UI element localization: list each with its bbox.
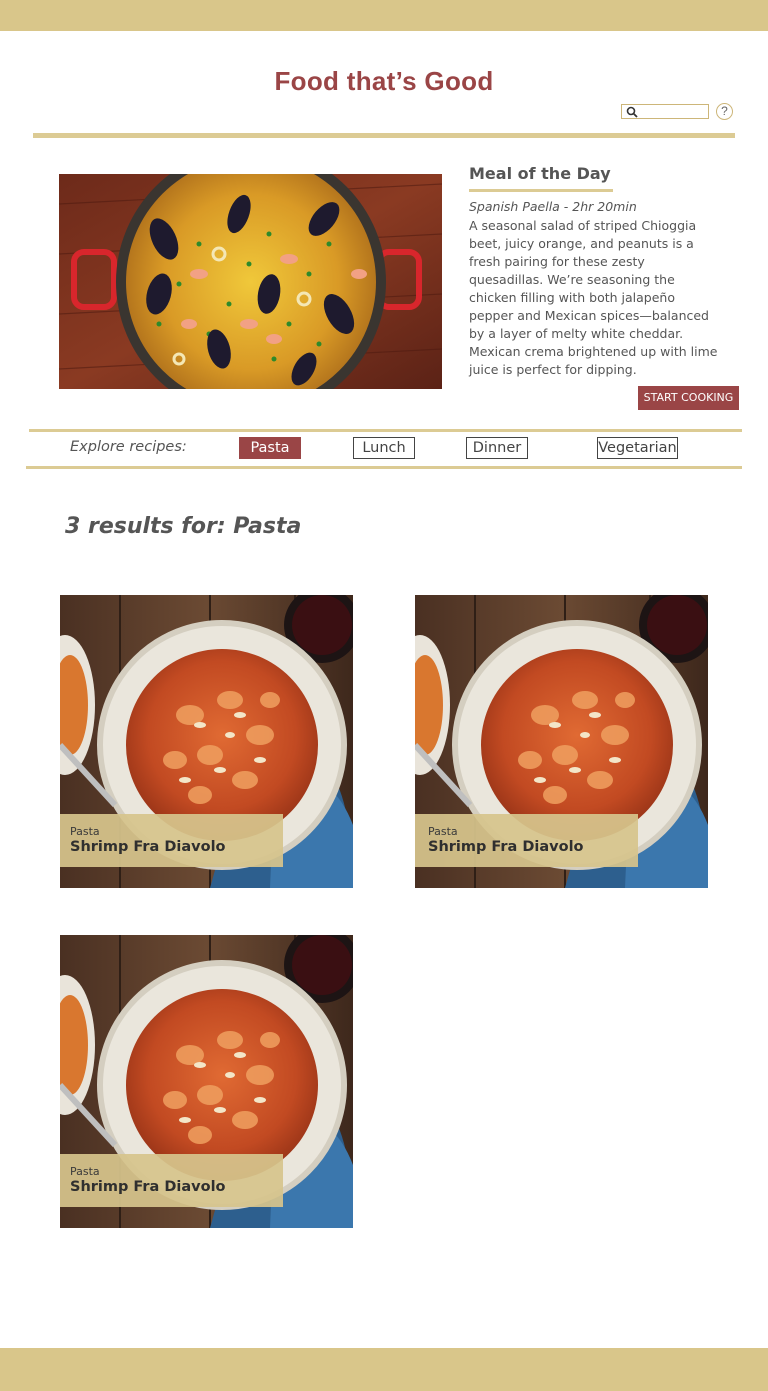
recipe-card-caption: Pasta Shrimp Fra Diavolo (60, 1154, 283, 1207)
category-pasta[interactable]: Pasta (239, 437, 301, 459)
explore-label: Explore recipes: (70, 439, 187, 455)
recipe-card-category: Pasta (70, 825, 100, 838)
meal-of-the-day-subtitle: Spanish Paella - 2hr 20min (469, 199, 637, 214)
recipe-card-caption: Pasta Shrimp Fra Diavolo (60, 814, 283, 867)
recipe-card[interactable]: Pasta Shrimp Fra Diavolo (60, 595, 353, 888)
help-icon[interactable]: ? (716, 103, 733, 120)
recipe-card-title: Shrimp Fra Diavolo (428, 839, 584, 855)
recipe-card-category: Pasta (70, 1165, 100, 1178)
category-vegetarian[interactable]: Vegetarian (597, 437, 678, 459)
recipe-card-category: Pasta (428, 825, 458, 838)
results-heading: 3 results for: Pasta (65, 514, 302, 539)
recipe-card[interactable]: Pasta Shrimp Fra Diavolo (415, 595, 708, 888)
nav-divider-bottom (26, 466, 742, 469)
meal-of-the-day-heading: Meal of the Day (469, 162, 613, 192)
header-divider (33, 133, 735, 138)
top-bar (0, 0, 768, 31)
meal-of-the-day-image[interactable] (59, 174, 442, 389)
recipe-card[interactable]: Pasta Shrimp Fra Diavolo (60, 935, 353, 1228)
category-lunch[interactable]: Lunch (353, 437, 415, 459)
site-title: Food that’s Good (274, 66, 494, 96)
category-dinner[interactable]: Dinner (466, 437, 528, 459)
recipe-card-title: Shrimp Fra Diavolo (70, 1179, 226, 1195)
recipe-card-caption: Pasta Shrimp Fra Diavolo (415, 814, 638, 867)
nav-divider-top (29, 429, 742, 432)
footer-bar (0, 1348, 768, 1391)
recipe-card-title: Shrimp Fra Diavolo (70, 839, 226, 855)
search-icon (626, 106, 638, 118)
start-cooking-button[interactable]: START COOKING (638, 386, 739, 410)
meal-of-the-day-description: A seasonal salad of striped Chioggia bee… (469, 218, 718, 377)
search-input[interactable] (621, 104, 709, 119)
